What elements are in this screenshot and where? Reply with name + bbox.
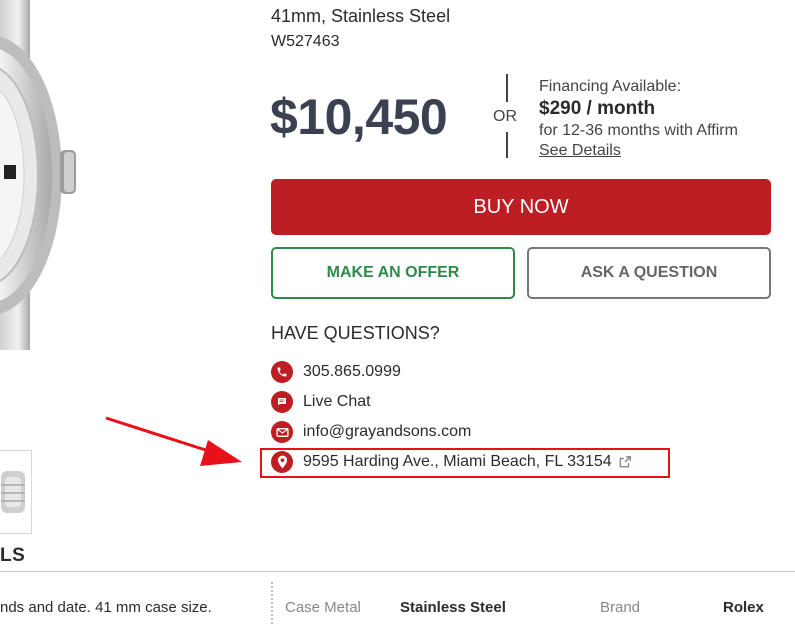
see-details-link[interactable]: See Details: [539, 142, 621, 160]
annotation-highlight-box: [260, 448, 670, 478]
email-icon: [271, 421, 293, 443]
product-price: $10,450: [270, 89, 448, 145]
spec-label-brand: Brand: [600, 599, 641, 616]
product-spec: 41mm, Stainless Steel: [271, 6, 451, 26]
gallery-tab-label[interactable]: LS: [0, 545, 25, 567]
ask-question-button[interactable]: ASK A QUESTION: [527, 247, 771, 299]
gallery-thumbnail[interactable]: [0, 450, 32, 534]
phone-number: 305.865.0999: [303, 363, 401, 380]
email-address: info@grayandsons.com: [303, 423, 472, 440]
annotation-arrow: [105, 416, 242, 466]
spec-value-case-metal: Stainless Steel: [400, 599, 506, 616]
chat-icon: [271, 391, 293, 413]
make-offer-button[interactable]: MAKE AN OFFER: [271, 247, 515, 299]
or-divider-bottom: [506, 132, 508, 158]
financing-monthly: $290 / month: [539, 98, 656, 119]
details-divider: [0, 571, 795, 572]
product-model-number: W527463: [271, 33, 340, 50]
questions-heading: HAVE QUESTIONS?: [271, 323, 440, 343]
buy-now-button[interactable]: BUY NOW: [271, 179, 771, 235]
contact-phone[interactable]: 305.865.0999: [271, 360, 401, 384]
or-divider-top: [506, 74, 508, 102]
live-chat-label: Live Chat: [303, 393, 371, 410]
contact-email[interactable]: info@grayandsons.com: [271, 420, 471, 444]
spec-value-brand: Rolex: [723, 599, 764, 616]
financing-terms: for 12-36 months with Affirm: [539, 122, 738, 139]
or-label: OR: [493, 108, 517, 125]
details-separator: [271, 582, 273, 624]
spec-label-case-metal: Case Metal: [285, 599, 361, 616]
description-snippet: nds and date. 41 mm case size.: [0, 599, 212, 616]
phone-icon: [271, 361, 293, 383]
watch-image: [0, 0, 76, 350]
financing-label: Financing Available:: [539, 78, 682, 95]
contact-live-chat[interactable]: Live Chat: [271, 390, 371, 414]
